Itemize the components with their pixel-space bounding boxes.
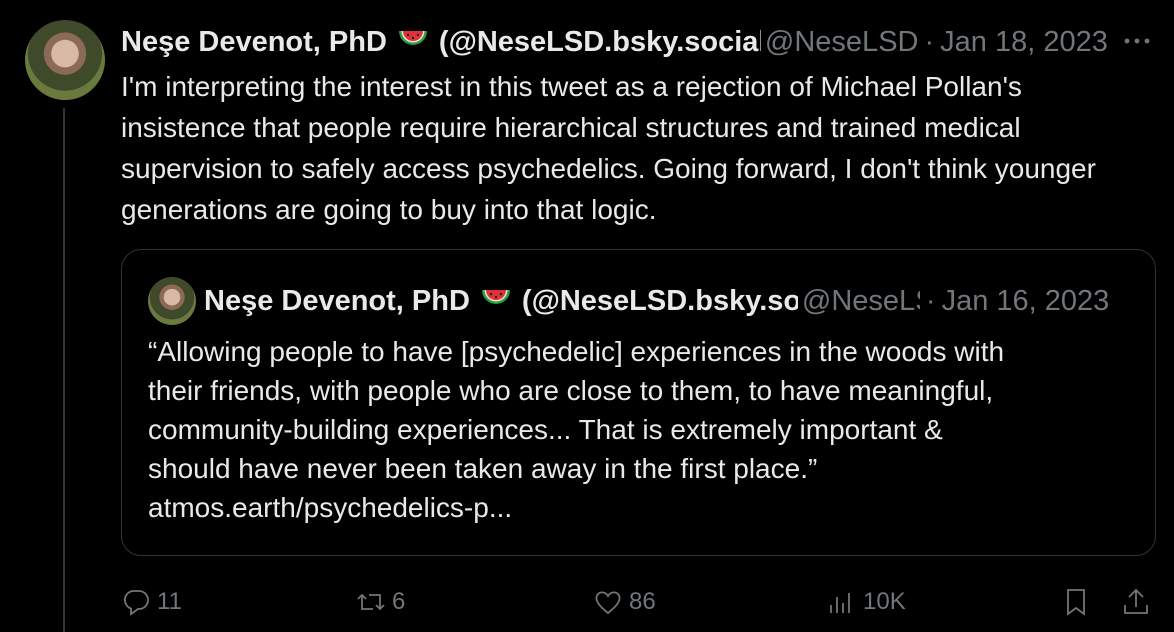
reply-count: 11 [157, 588, 182, 615]
like-button[interactable]: 86 [593, 580, 656, 624]
quoted-tweet-text: “Allowing people to have [psychedelic] e… [148, 332, 1138, 527]
tweet-date[interactable]: Jan 18, 2023 [940, 26, 1108, 59]
views-button[interactable]: 10K [827, 580, 906, 624]
views-chart-icon [830, 593, 850, 613]
reply-icon [124, 590, 149, 616]
quoted-avatar [148, 277, 196, 325]
reply-button[interactable]: 11 [121, 580, 182, 624]
share-icon [1124, 588, 1148, 614]
tweet-text: I'm interpreting the interest in this tw… [121, 71, 1096, 225]
bookmark-icon [1067, 589, 1085, 616]
repost-button[interactable]: 6 [356, 580, 405, 624]
watermelon-icon [397, 26, 429, 59]
heart-icon [595, 591, 621, 615]
quoted-author-handle: @NeseLSD [801, 284, 920, 317]
quoted-author-display-handle: (@NeseLSD.bsky.social) [521, 284, 798, 317]
quoted-link[interactable]: atmos.earth/psychedelics-p... [148, 488, 1138, 527]
like-count: 86 [629, 588, 656, 615]
author-handle[interactable]: @NeseLSD [765, 26, 919, 59]
action-bar: 11 6 86 10K [121, 580, 1161, 624]
more-options-icon[interactable] [1122, 26, 1152, 56]
quoted-line: “Allowing people to have [psychedelic] e… [148, 336, 1005, 367]
repost-icon [357, 593, 385, 611]
tweet: Neşe Devenot, PhD (@NeseLSD.bsky.social)… [0, 0, 1174, 632]
avatar[interactable] [25, 20, 105, 100]
share-button[interactable] [1121, 580, 1151, 624]
thread-line [63, 108, 65, 632]
repost-count: 6 [392, 588, 406, 615]
watermelon-icon [480, 285, 512, 318]
tweet-header: Neşe Devenot, PhD (@NeseLSD.bsky.social)… [121, 22, 1161, 62]
quoted-tweet[interactable]: Neşe Devenot, PhD (@NeseLSD.bsky.social)… [121, 249, 1156, 556]
quoted-line: their friends, with people who are close… [148, 375, 994, 406]
author-display-handle[interactable]: (@NeseLSD.bsky.social) [439, 26, 761, 59]
quoted-author-name: Neşe Devenot, PhD [204, 284, 470, 317]
bookmark-button[interactable] [1061, 580, 1091, 624]
separator-dot: · [925, 284, 936, 317]
quoted-line: should have never been taken away in the… [148, 453, 818, 484]
quoted-tweet-date: Jan 16, 2023 [941, 284, 1110, 317]
separator-dot: · [924, 25, 935, 58]
author-name[interactable]: Neşe Devenot, PhD [121, 26, 387, 59]
quoted-line: community-building experiences... That i… [148, 414, 943, 445]
views-count: 10K [863, 588, 906, 615]
quoted-tweet-header: Neşe Devenot, PhD (@NeseLSD.bsky.social)… [204, 281, 1134, 321]
